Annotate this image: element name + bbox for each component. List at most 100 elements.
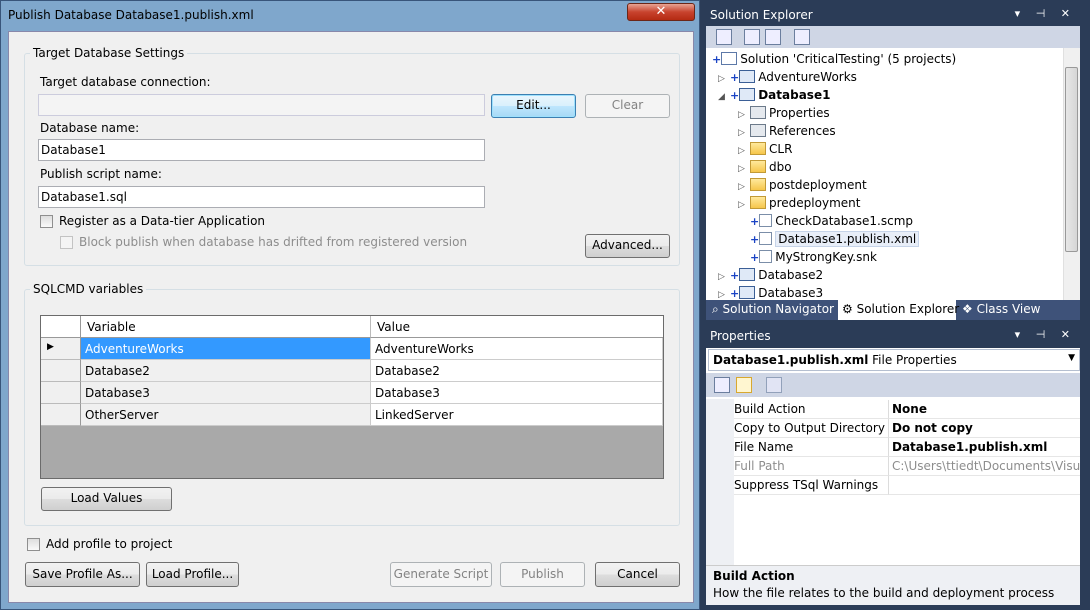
folder-icon bbox=[750, 160, 766, 173]
property-value[interactable]: C:\Users\ttiedt\Documents\Visual St bbox=[888, 457, 1080, 476]
properties-toolbar bbox=[706, 373, 1080, 397]
add-profile-checkbox[interactable] bbox=[27, 538, 40, 551]
property-value[interactable] bbox=[888, 476, 1080, 495]
cancel-button[interactable]: Cancel bbox=[595, 562, 680, 587]
property-pages-icon[interactable] bbox=[766, 377, 782, 393]
table-row[interactable]: Database3 bbox=[371, 382, 663, 404]
folder-icon bbox=[750, 196, 766, 209]
add-icon: + bbox=[730, 71, 740, 84]
load-values-button[interactable]: Load Values bbox=[41, 487, 172, 511]
collapse-icon[interactable]: ◢ bbox=[718, 88, 730, 106]
dbname-field[interactable]: Database1 bbox=[38, 139, 485, 161]
sqlcmd-grid[interactable]: Variable Value ▶ AdventureWorks Adventur… bbox=[40, 315, 664, 479]
table-row[interactable]: Database2 bbox=[371, 360, 663, 382]
solution-icon bbox=[721, 52, 738, 65]
property-value[interactable]: Database1.publish.xml bbox=[888, 438, 1080, 457]
table-row[interactable]: AdventureWorks bbox=[81, 338, 371, 360]
save-profile-button[interactable]: Save Profile As... bbox=[25, 562, 140, 587]
generate-script-button[interactable]: Generate Script bbox=[390, 562, 492, 587]
edit-button[interactable]: Edit... bbox=[491, 94, 576, 118]
solution-tree: + Solution 'CriticalTesting' (5 projects)… bbox=[706, 48, 1080, 300]
table-row[interactable]: Database2 bbox=[81, 360, 371, 382]
expand-icon[interactable]: ▷ bbox=[718, 286, 730, 300]
table-row[interactable]: LinkedServer bbox=[371, 404, 663, 426]
add-icon: + bbox=[730, 287, 740, 300]
current-row-icon: ▶ bbox=[47, 342, 54, 352]
register-label: Register as a Data-tier Application bbox=[59, 214, 266, 228]
tab-solution-explorer[interactable]: ⚙ Solution Explorer bbox=[838, 300, 959, 320]
tree-node-solution[interactable]: + Solution 'CriticalTesting' (5 projects) bbox=[712, 50, 956, 68]
load-profile-button[interactable]: Load Profile... bbox=[146, 562, 239, 587]
tab-class-view[interactable]: ❖ Class View bbox=[958, 300, 1058, 320]
property-row-full-path[interactable]: Full Path C:\Users\ttiedt\Documents\Visu… bbox=[706, 457, 1080, 476]
tree-node-database1[interactable]: ◢ + Database1 bbox=[718, 86, 830, 104]
block-publish-checkbox[interactable] bbox=[60, 236, 73, 249]
close-button[interactable]: ✕ bbox=[627, 3, 695, 21]
refresh-icon[interactable] bbox=[765, 29, 781, 45]
object-type: File Properties bbox=[872, 353, 957, 367]
connection-field[interactable] bbox=[38, 94, 485, 116]
grid-row-header[interactable]: ▶ bbox=[41, 338, 81, 360]
tree-node-clr[interactable]: ▷ CLR bbox=[738, 140, 792, 158]
chevron-down-icon[interactable]: ▼ bbox=[1068, 353, 1075, 363]
solution-explorer-toolbar bbox=[706, 26, 1080, 48]
property-row-build-action[interactable]: Build Action None bbox=[706, 400, 1080, 419]
table-row[interactable]: Database3 bbox=[81, 382, 371, 404]
properties-icon[interactable] bbox=[716, 29, 732, 45]
grid-header-value[interactable]: Value bbox=[371, 316, 663, 338]
tree-node-dbo[interactable]: ▷ dbo bbox=[738, 158, 792, 176]
expand-icon[interactable]: ▷ bbox=[738, 196, 750, 214]
property-value[interactable]: None bbox=[888, 400, 1080, 419]
add-icon: + bbox=[750, 251, 760, 264]
property-value[interactable]: Do not copy bbox=[888, 419, 1080, 438]
show-all-files-icon[interactable] bbox=[744, 29, 760, 45]
tree-node-postdeployment[interactable]: ▷ postdeployment bbox=[738, 176, 867, 194]
panel-pin-icon[interactable]: ▾ ⊣ ✕ bbox=[1015, 328, 1076, 341]
tab-solution-navigator[interactable]: ⌕ Solution Navigator bbox=[708, 300, 838, 320]
property-row-file-name[interactable]: File Name Database1.publish.xml bbox=[706, 438, 1080, 457]
view-class-diagram-icon[interactable] bbox=[794, 29, 810, 45]
grid-header-variable[interactable]: Variable bbox=[81, 316, 371, 338]
add-icon: + bbox=[730, 89, 740, 102]
alphabetical-icon[interactable] bbox=[736, 377, 752, 393]
categorized-icon[interactable] bbox=[714, 377, 730, 393]
clear-button[interactable]: Clear bbox=[585, 94, 670, 118]
publish-button[interactable]: Publish bbox=[500, 562, 585, 587]
tree-node-strongkey[interactable]: + MyStrongKey.snk bbox=[750, 248, 877, 266]
dialog-body: Target Database Settings Target database… bbox=[8, 31, 694, 603]
add-icon: + bbox=[712, 53, 722, 66]
tree-node-database2[interactable]: ▷ + Database2 bbox=[718, 266, 823, 284]
table-row[interactable]: OtherServer bbox=[81, 404, 371, 426]
properties-title-text: Properties bbox=[710, 329, 771, 343]
block-publish-label: Block publish when database has drifted … bbox=[79, 235, 468, 249]
folder-icon bbox=[750, 142, 766, 155]
project-icon bbox=[739, 70, 756, 83]
tree-node-references[interactable]: ▷ References bbox=[738, 122, 836, 140]
tree-scrollbar-thumb[interactable] bbox=[1065, 67, 1078, 252]
register-checkbox[interactable] bbox=[40, 215, 53, 228]
grid-row-header[interactable] bbox=[41, 404, 81, 426]
properties-object-selector[interactable]: Database1.publish.xml File Properties ▼ bbox=[708, 349, 1080, 371]
tree-node-database3[interactable]: ▷ + Database3 bbox=[718, 284, 823, 300]
property-row-suppress-warnings[interactable]: Suppress TSql Warnings bbox=[706, 476, 1080, 495]
tree-node-predeployment[interactable]: ▷ predeployment bbox=[738, 194, 860, 212]
xml-file-icon bbox=[759, 232, 773, 245]
add-icon: + bbox=[730, 269, 740, 282]
table-row[interactable]: AdventureWorks bbox=[371, 338, 663, 360]
script-field[interactable]: Database1.sql bbox=[38, 186, 485, 208]
tree-node-adventureworks[interactable]: ▷ + AdventureWorks bbox=[718, 68, 857, 86]
tree-node-properties[interactable]: ▷ Properties bbox=[738, 104, 830, 122]
grid-row-header[interactable] bbox=[41, 360, 81, 382]
schema-compare-file-icon bbox=[759, 214, 773, 227]
description-text: How the file relates to the build and de… bbox=[713, 586, 1055, 600]
tree-node-checkdatabase1[interactable]: + CheckDatabase1.scmp bbox=[750, 212, 913, 230]
advanced-button[interactable]: Advanced... bbox=[585, 234, 670, 258]
add-icon: + bbox=[750, 215, 760, 228]
tree-node-publish-xml[interactable]: + Database1.publish.xml bbox=[750, 230, 920, 248]
grid-row-header[interactable] bbox=[41, 382, 81, 404]
explorer-tabs: ⌕ Solution Navigator ⚙ Solution Explorer… bbox=[706, 300, 1080, 320]
property-row-copy-to-output[interactable]: Copy to Output Directory Do not copy bbox=[706, 419, 1080, 438]
panel-pin-icon[interactable]: ▾ ⊣ ✕ bbox=[1015, 7, 1076, 20]
dbname-label: Database name: bbox=[40, 121, 140, 135]
script-label: Publish script name: bbox=[40, 167, 162, 181]
